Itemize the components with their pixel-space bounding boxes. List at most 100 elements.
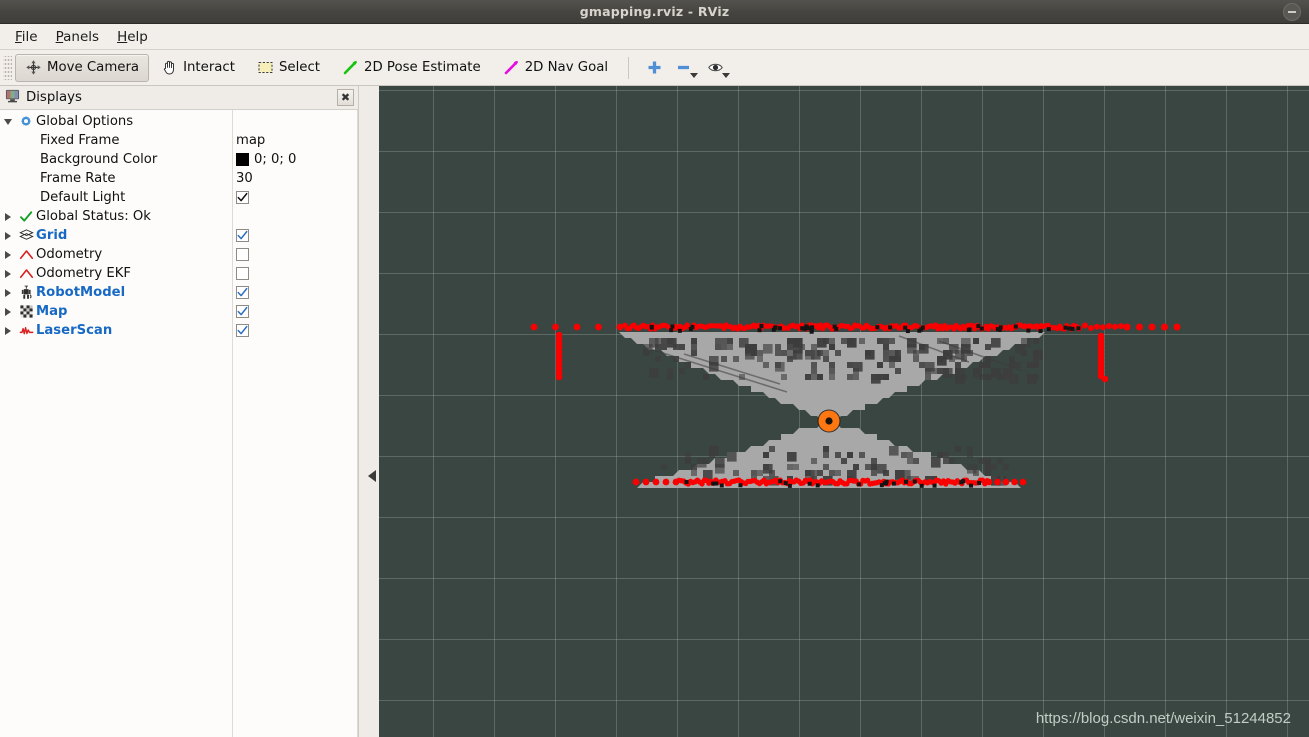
display-enable-checkbox[interactable] [236, 267, 249, 280]
window-title: gmapping.rviz - RViz [579, 4, 730, 19]
display-row[interactable]: Default Light [0, 188, 358, 207]
display-row-label: Frame Rate [40, 171, 116, 186]
display-row-value[interactable]: map [236, 133, 265, 148]
display-row-label: Odometry [36, 247, 103, 262]
display-enable-checkbox[interactable] [236, 248, 249, 261]
laserscan-icon [16, 323, 36, 338]
menu-help[interactable]: Help [108, 27, 157, 47]
displays-tree[interactable]: Global Options Fixed Frame map Background C… [0, 110, 358, 340]
robot-model-icon [16, 285, 36, 300]
display-row[interactable]: Background Color 0; 0; 0 [0, 150, 358, 169]
view-visibility-button[interactable] [705, 55, 731, 81]
color-swatch[interactable] [236, 153, 249, 166]
tool-move-camera[interactable]: Move Camera [15, 53, 150, 82]
panel-collapse-handle[interactable] [366, 466, 378, 486]
displays-panel: Displays ✖ Global Options Fixed Frame map B… [0, 86, 359, 737]
display-row-label: Fixed Frame [40, 133, 120, 148]
main-toolbar: Move Camera Interact Select 2D Pose Esti… [0, 50, 1309, 86]
display-row[interactable]: RobotModel [0, 283, 358, 302]
tool-2d-pose-estimate[interactable]: 2D Pose Estimate [332, 54, 491, 82]
display-row-value[interactable] [236, 267, 249, 280]
collapse-left-arrow-icon [368, 470, 376, 482]
hand-icon [161, 59, 178, 76]
chevron-right-icon[interactable] [0, 269, 16, 278]
display-row[interactable]: Odometry EKF [0, 264, 358, 283]
display-enable-checkbox[interactable] [236, 191, 249, 204]
display-row[interactable]: Global Status: Ok [0, 207, 358, 226]
render-view-3d[interactable]: https://blog.csdn.net/weixin_51244852 [379, 86, 1309, 737]
chevron-down-icon[interactable] [689, 72, 698, 78]
display-row[interactable]: LaserScan [0, 321, 358, 340]
chevron-right-icon[interactable] [0, 326, 16, 335]
tool-2d-nav-goal[interactable]: 2D Nav Goal [493, 54, 618, 82]
add-tool-button[interactable] [641, 55, 667, 81]
window-minimize-button[interactable] [1283, 3, 1301, 21]
display-row-value[interactable] [236, 248, 249, 261]
display-row-label: LaserScan [36, 323, 113, 338]
display-row-label: Global Status: Ok [36, 209, 151, 224]
display-value-text: 0; 0; 0 [254, 152, 297, 167]
grid-icon [16, 228, 36, 243]
check-ok-icon [16, 210, 36, 224]
toolbar-drag-handle[interactable] [3, 55, 12, 80]
display-row-value[interactable] [236, 191, 249, 204]
gear-icon [16, 115, 36, 129]
display-row[interactable]: Frame Rate 30 [0, 169, 358, 188]
move-camera-icon [25, 59, 42, 76]
display-row[interactable]: Fixed Frame map [0, 131, 358, 150]
map-icon [16, 304, 36, 319]
menu-file[interactable]: File [6, 27, 47, 47]
watermark-text: https://blog.csdn.net/weixin_51244852 [1035, 710, 1291, 727]
plus-icon [646, 59, 663, 76]
displays-panel-close-button[interactable]: ✖ [337, 89, 354, 106]
displays-panel-header: Displays ✖ [0, 86, 358, 110]
display-enable-checkbox[interactable] [236, 229, 249, 242]
odometry-icon [16, 247, 36, 262]
display-row-value[interactable]: 0; 0; 0 [236, 152, 296, 167]
chevron-right-icon[interactable] [0, 231, 16, 240]
close-icon: ✖ [340, 91, 351, 104]
tool-interact-label: Interact [183, 60, 235, 75]
tool-move-camera-label: Move Camera [47, 60, 140, 75]
display-row[interactable]: Grid [0, 226, 358, 245]
display-row[interactable]: Odometry [0, 245, 358, 264]
display-enable-checkbox[interactable] [236, 286, 249, 299]
chevron-right-icon[interactable] [0, 212, 16, 221]
chevron-right-icon[interactable] [0, 307, 16, 316]
tool-select-label: Select [278, 60, 320, 75]
display-row-value[interactable]: 30 [236, 171, 253, 186]
displays-panel-title: Displays [26, 90, 82, 105]
chevron-right-icon[interactable] [0, 250, 16, 259]
displays-tree-body[interactable]: Global Options Fixed Frame map Background C… [0, 110, 358, 737]
display-row-label: Odometry EKF [36, 266, 131, 281]
display-row-value[interactable] [236, 324, 249, 337]
tool-interact[interactable]: Interact [151, 54, 245, 82]
menu-panels[interactable]: Panels [47, 27, 108, 47]
display-enable-checkbox[interactable] [236, 305, 249, 318]
menu-bar: File Panels Help [0, 24, 1309, 50]
display-row-label: Global Options [36, 114, 134, 129]
display-row-value[interactable] [236, 229, 249, 242]
display-row[interactable]: Global Options [0, 112, 358, 131]
display-value-text: map [236, 133, 266, 148]
magenta-arrow-icon [503, 59, 520, 76]
select-rect-icon [257, 59, 274, 76]
display-value-text: 30 [236, 171, 253, 186]
odometry-icon [16, 266, 36, 281]
tool-select[interactable]: Select [247, 54, 330, 82]
display-row-value[interactable] [236, 305, 249, 318]
chevron-down-icon[interactable] [721, 72, 730, 78]
chevron-right-icon[interactable] [0, 288, 16, 297]
display-row-label: Background Color [40, 152, 158, 167]
toolbar-separator [628, 56, 630, 79]
remove-tool-button[interactable] [673, 55, 699, 81]
chevron-down-icon[interactable] [0, 118, 16, 125]
display-row[interactable]: Map [0, 302, 358, 321]
display-row-label: Map [36, 304, 68, 319]
robot-model-display-layer [817, 409, 841, 433]
green-arrow-icon [342, 59, 359, 76]
display-enable-checkbox[interactable] [236, 324, 249, 337]
display-row-value[interactable] [236, 286, 249, 299]
display-row-label: Grid [36, 228, 68, 243]
minus-icon [1288, 11, 1296, 13]
